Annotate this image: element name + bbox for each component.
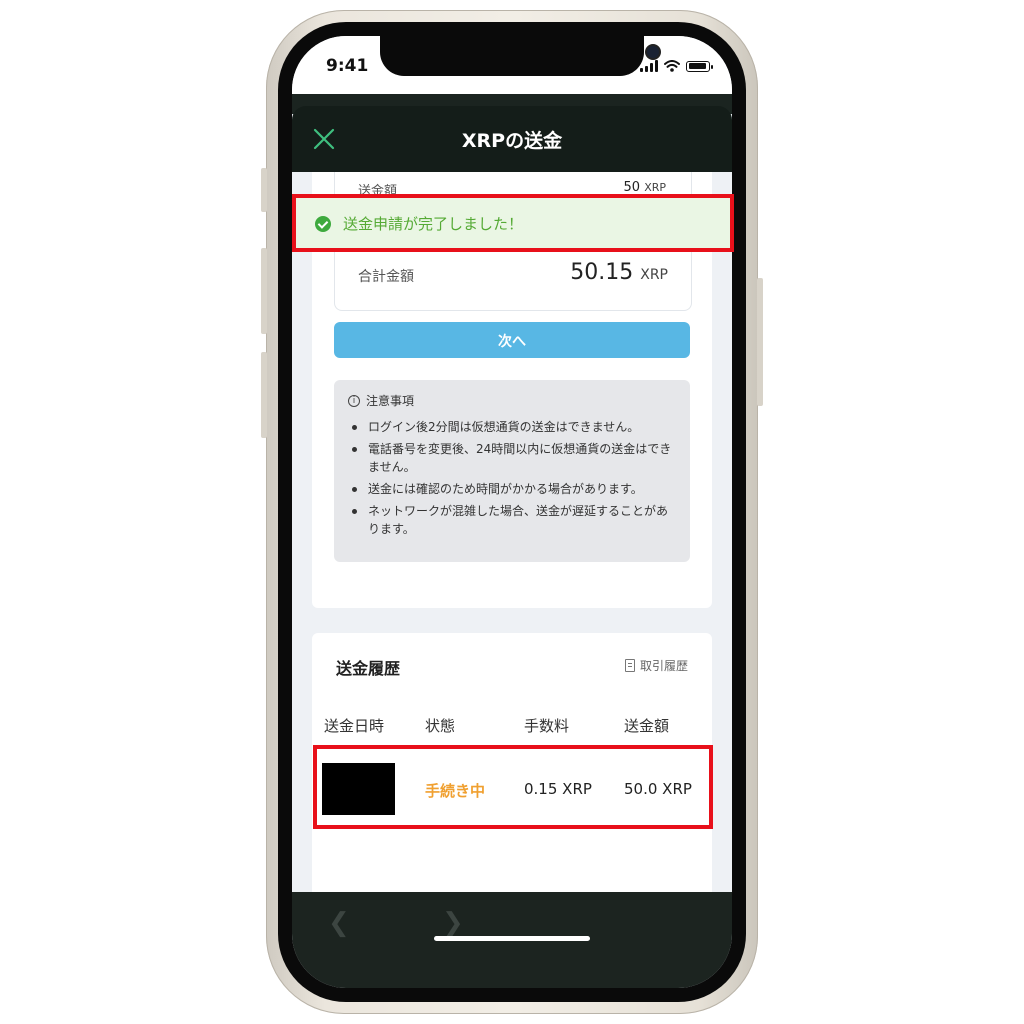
total-row: 合計金額 50.15 XRP bbox=[358, 260, 668, 290]
column-header-date: 送金日時 bbox=[324, 717, 385, 735]
phone-screen: 9:41 XRPの送金 送金額 50 XRP 合計金額 50.15 XRP 次へ… bbox=[292, 36, 732, 988]
highlight-box-toast bbox=[292, 194, 734, 252]
camera-icon bbox=[647, 46, 659, 58]
notice-title: i 注意事項 bbox=[348, 392, 414, 409]
wifi-icon bbox=[664, 60, 680, 72]
amount-value-wrap: 50 XRP bbox=[624, 180, 667, 195]
next-button[interactable]: 次へ bbox=[334, 322, 690, 358]
status-time: 9:41 bbox=[326, 56, 369, 76]
notice-item: 電話番号を変更後、24時間以内に仮想通貨の送金はできません。 bbox=[348, 440, 674, 476]
notch bbox=[380, 36, 659, 76]
signal-icon bbox=[640, 60, 658, 72]
notice-item: ネットワークが混雑した場合、送金が遅延することがあります。 bbox=[348, 502, 674, 538]
page-title: XRPの送金 bbox=[461, 130, 563, 152]
total-value-wrap: 50.15 XRP bbox=[570, 260, 668, 285]
back-arrow-icon[interactable]: ❮ bbox=[328, 908, 350, 938]
status-icons bbox=[640, 60, 713, 72]
transaction-history-link[interactable]: 取引履歴 bbox=[624, 657, 688, 674]
volume-down-button bbox=[261, 352, 267, 438]
app-header: XRPの送金 bbox=[292, 106, 732, 172]
column-header-fee: 手数料 bbox=[524, 717, 570, 735]
notice-item: 送金には確認のため時間がかかる場合があります。 bbox=[348, 480, 674, 498]
total-unit: XRP bbox=[640, 267, 668, 283]
highlight-box-history-row bbox=[313, 745, 713, 829]
power-button bbox=[757, 278, 763, 406]
total-value: 50.15 bbox=[570, 260, 634, 285]
forward-arrow-icon[interactable]: ❯ bbox=[442, 908, 464, 938]
notice-box: i 注意事項 ログイン後2分間は仮想通貨の送金はできません。 電話番号を変更後、… bbox=[334, 380, 690, 562]
history-title: 送金履歴 bbox=[336, 659, 401, 678]
amount-value: 50 bbox=[623, 180, 641, 195]
notice-item: ログイン後2分間は仮想通貨の送金はできません。 bbox=[348, 418, 674, 436]
column-header-amount: 送金額 bbox=[624, 717, 670, 735]
transaction-history-label: 取引履歴 bbox=[639, 659, 688, 673]
mute-switch bbox=[261, 168, 267, 212]
amount-unit: XRP bbox=[644, 181, 666, 194]
battery-icon bbox=[686, 60, 713, 72]
column-header-status: 状態 bbox=[425, 717, 456, 735]
total-label: 合計金額 bbox=[358, 269, 414, 285]
info-icon: i bbox=[348, 394, 360, 407]
volume-up-button bbox=[261, 248, 267, 334]
notice-list: ログイン後2分間は仮想通貨の送金はできません。 電話番号を変更後、24時間以内に… bbox=[348, 418, 674, 542]
status-bar: 9:41 bbox=[292, 36, 732, 94]
document-icon bbox=[624, 659, 635, 672]
notice-title-text: 注意事項 bbox=[366, 394, 415, 408]
home-indicator[interactable] bbox=[434, 936, 590, 941]
